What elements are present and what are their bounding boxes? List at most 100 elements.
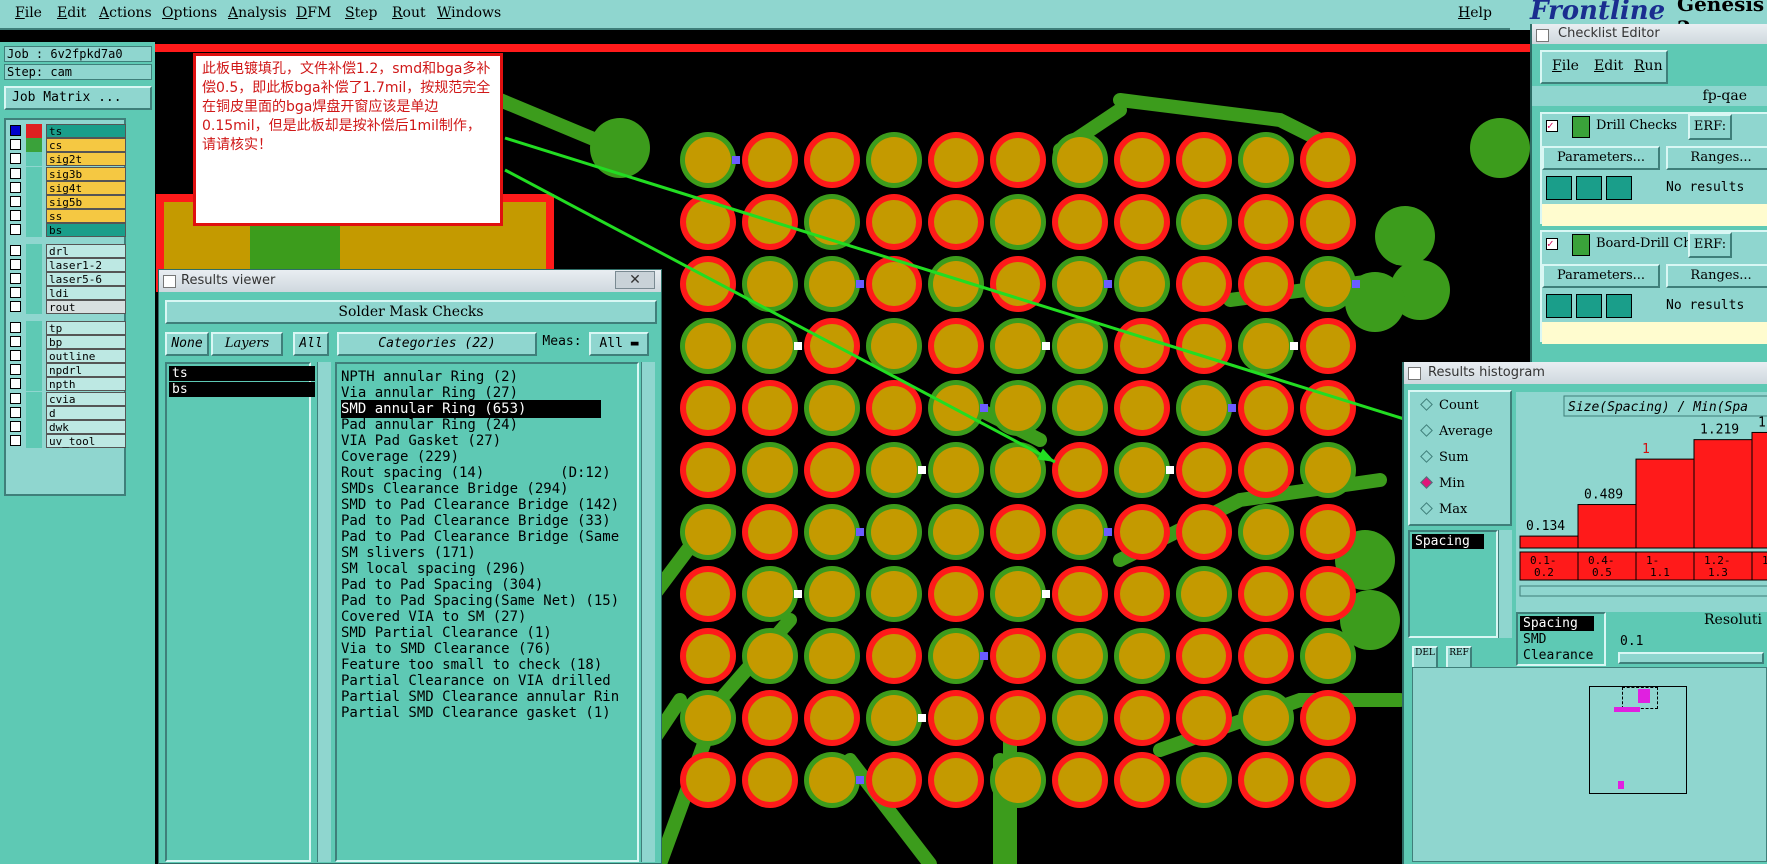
layers-button[interactable]: Layers <box>211 332 283 356</box>
run-icon[interactable] <box>1546 176 1572 200</box>
layer-checkbox[interactable] <box>10 167 21 179</box>
overview-map[interactable] <box>1412 667 1767 862</box>
menu-step[interactable]: Step <box>345 5 377 21</box>
parameters-button[interactable]: Parameters... <box>1542 264 1660 288</box>
ranges-button[interactable]: Ranges... <box>1666 264 1767 288</box>
mode-average[interactable]: Average <box>1420 424 1493 439</box>
menu-options[interactable]: Options <box>162 5 217 21</box>
menu-actions[interactable]: Actions <box>99 5 152 21</box>
layer-row-npth[interactable]: npth <box>10 377 126 392</box>
layer-row-sig4t[interactable]: sig4t <box>10 180 126 195</box>
ce-menu-file[interactable]: File <box>1552 58 1579 74</box>
layer-row-dwk[interactable]: dwk <box>10 420 126 434</box>
layer-checkbox[interactable] <box>10 364 21 376</box>
layer-row-cs[interactable]: cs <box>10 138 126 153</box>
resolution-slider[interactable] <box>1618 652 1764 664</box>
layer-checkbox[interactable] <box>10 321 21 333</box>
layer-row-sig5b[interactable]: sig5b <box>10 195 126 209</box>
layer-row-outline[interactable]: outline <box>10 349 126 363</box>
ce-menu-run[interactable]: Run <box>1634 58 1663 74</box>
menu-edit[interactable]: Edit <box>57 5 86 21</box>
layer-checkbox[interactable] <box>10 421 21 432</box>
run-icon[interactable] <box>1576 294 1602 318</box>
layer-checkbox[interactable] <box>10 139 21 151</box>
layer-checkbox[interactable] <box>10 210 21 222</box>
all-button[interactable]: All <box>293 332 329 356</box>
measure-item[interactable]: Spacing <box>1412 534 1484 549</box>
layer-checkbox[interactable] <box>10 153 21 165</box>
layer-checkbox[interactable] <box>10 406 21 418</box>
layer-row-laser5-6[interactable]: laser5-6 <box>10 272 126 286</box>
layer-row-ldi[interactable]: ldi <box>10 286 126 301</box>
result-item[interactable]: SMD <box>1523 632 1546 647</box>
layer-checkbox[interactable] <box>10 378 21 390</box>
run-icon[interactable] <box>1546 294 1572 318</box>
mode-min[interactable]: Min <box>1420 476 1465 491</box>
results-layer-item[interactable]: bs <box>169 382 315 397</box>
result-item[interactable]: Spacing <box>1520 616 1594 631</box>
layer-row-bp[interactable]: bp <box>10 334 126 349</box>
run-icon[interactable] <box>1576 176 1602 200</box>
mode-max[interactable]: Max <box>1420 502 1467 517</box>
job-matrix-button[interactable]: Job Matrix ... <box>4 86 152 110</box>
parameters-button[interactable]: Parameters... <box>1542 146 1660 170</box>
none-button[interactable]: None <box>165 332 209 356</box>
layer-row-d[interactable]: d <box>10 405 126 420</box>
layer-row-laser1-2[interactable]: laser1-2 <box>10 257 126 272</box>
measure-scrollbar[interactable] <box>1498 530 1512 638</box>
layer-row-cvia[interactable]: cvia <box>10 391 126 406</box>
run-icon[interactable] <box>1606 176 1632 200</box>
layer-checkbox[interactable] <box>10 181 21 193</box>
layer-row-ts[interactable]: ts <box>10 124 126 138</box>
category-scrollbar[interactable] <box>641 362 655 862</box>
menu-help[interactable]: Help <box>1458 5 1492 21</box>
layer-scrollbar[interactable] <box>317 362 331 862</box>
layer-row-rout[interactable]: rout <box>10 300 126 315</box>
menu-dfm[interactable]: DFM <box>296 5 331 21</box>
layer-checkbox[interactable] <box>10 244 21 256</box>
layer-checkbox[interactable] <box>10 224 21 236</box>
menu-analysis[interactable]: Analysis <box>228 5 287 21</box>
layer-row-sig2t[interactable]: sig2t <box>10 152 126 167</box>
layer-row-tp[interactable]: tp <box>10 320 126 335</box>
layer-checkbox[interactable] <box>10 350 21 361</box>
erf-button[interactable]: ERF: <box>1688 114 1732 140</box>
layer-row-npdrl[interactable]: npdrl <box>10 363 126 378</box>
erf-button[interactable]: ERF: <box>1688 232 1732 258</box>
layer-row-sig3b[interactable]: sig3b <box>10 166 126 181</box>
bga-pad <box>1181 199 1227 245</box>
layer-checkbox[interactable] <box>10 287 21 299</box>
layer-row-uv_tool[interactable]: uv_tool <box>10 434 126 449</box>
layer-checkbox[interactable] <box>10 273 21 284</box>
menu-windows[interactable]: Windows <box>437 5 501 21</box>
layer-checkbox[interactable] <box>10 125 21 136</box>
close-button[interactable]: ✕ <box>615 271 655 289</box>
result-item[interactable]: Clearance <box>1523 648 1593 663</box>
check-checkbox[interactable]: ✓ <box>1546 120 1558 132</box>
mode-count[interactable]: Count <box>1420 398 1479 413</box>
layer-row-bs[interactable]: bs <box>10 223 126 238</box>
categories-button[interactable]: Categories (22) <box>337 332 537 356</box>
layer-checkbox[interactable] <box>10 392 21 404</box>
layer-checkbox[interactable] <box>10 335 21 347</box>
run-icon[interactable] <box>1606 294 1632 318</box>
layer-checkbox[interactable] <box>10 196 21 207</box>
results-viewer-titlebar[interactable]: Results viewer ✕ <box>159 270 661 292</box>
meas-select[interactable]: All ▬ <box>589 332 649 356</box>
layer-color-swatch <box>26 349 42 363</box>
check-checkbox[interactable]: ✓ <box>1546 238 1558 250</box>
layer-checkbox[interactable] <box>10 301 21 313</box>
checklist-editor-titlebar[interactable]: Checklist Editor <box>1532 24 1767 44</box>
layer-row-ss[interactable]: ss <box>10 209 126 224</box>
ranges-button[interactable]: Ranges... <box>1666 146 1767 170</box>
mode-sum[interactable]: Sum <box>1420 450 1469 465</box>
category-item[interactable]: Partial SMD Clearance gasket (1) <box>341 704 611 722</box>
menu-rout[interactable]: Rout <box>392 5 426 21</box>
ce-menu-edit[interactable]: Edit <box>1594 58 1623 74</box>
menu-file[interactable]: File <box>15 5 42 21</box>
layer-checkbox[interactable] <box>10 435 21 447</box>
layer-row-drl[interactable]: drl <box>10 243 126 258</box>
layer-checkbox[interactable] <box>10 258 21 270</box>
histogram-titlebar[interactable]: Results histogram <box>1404 362 1767 384</box>
results-layer-item[interactable]: ts <box>169 366 315 381</box>
